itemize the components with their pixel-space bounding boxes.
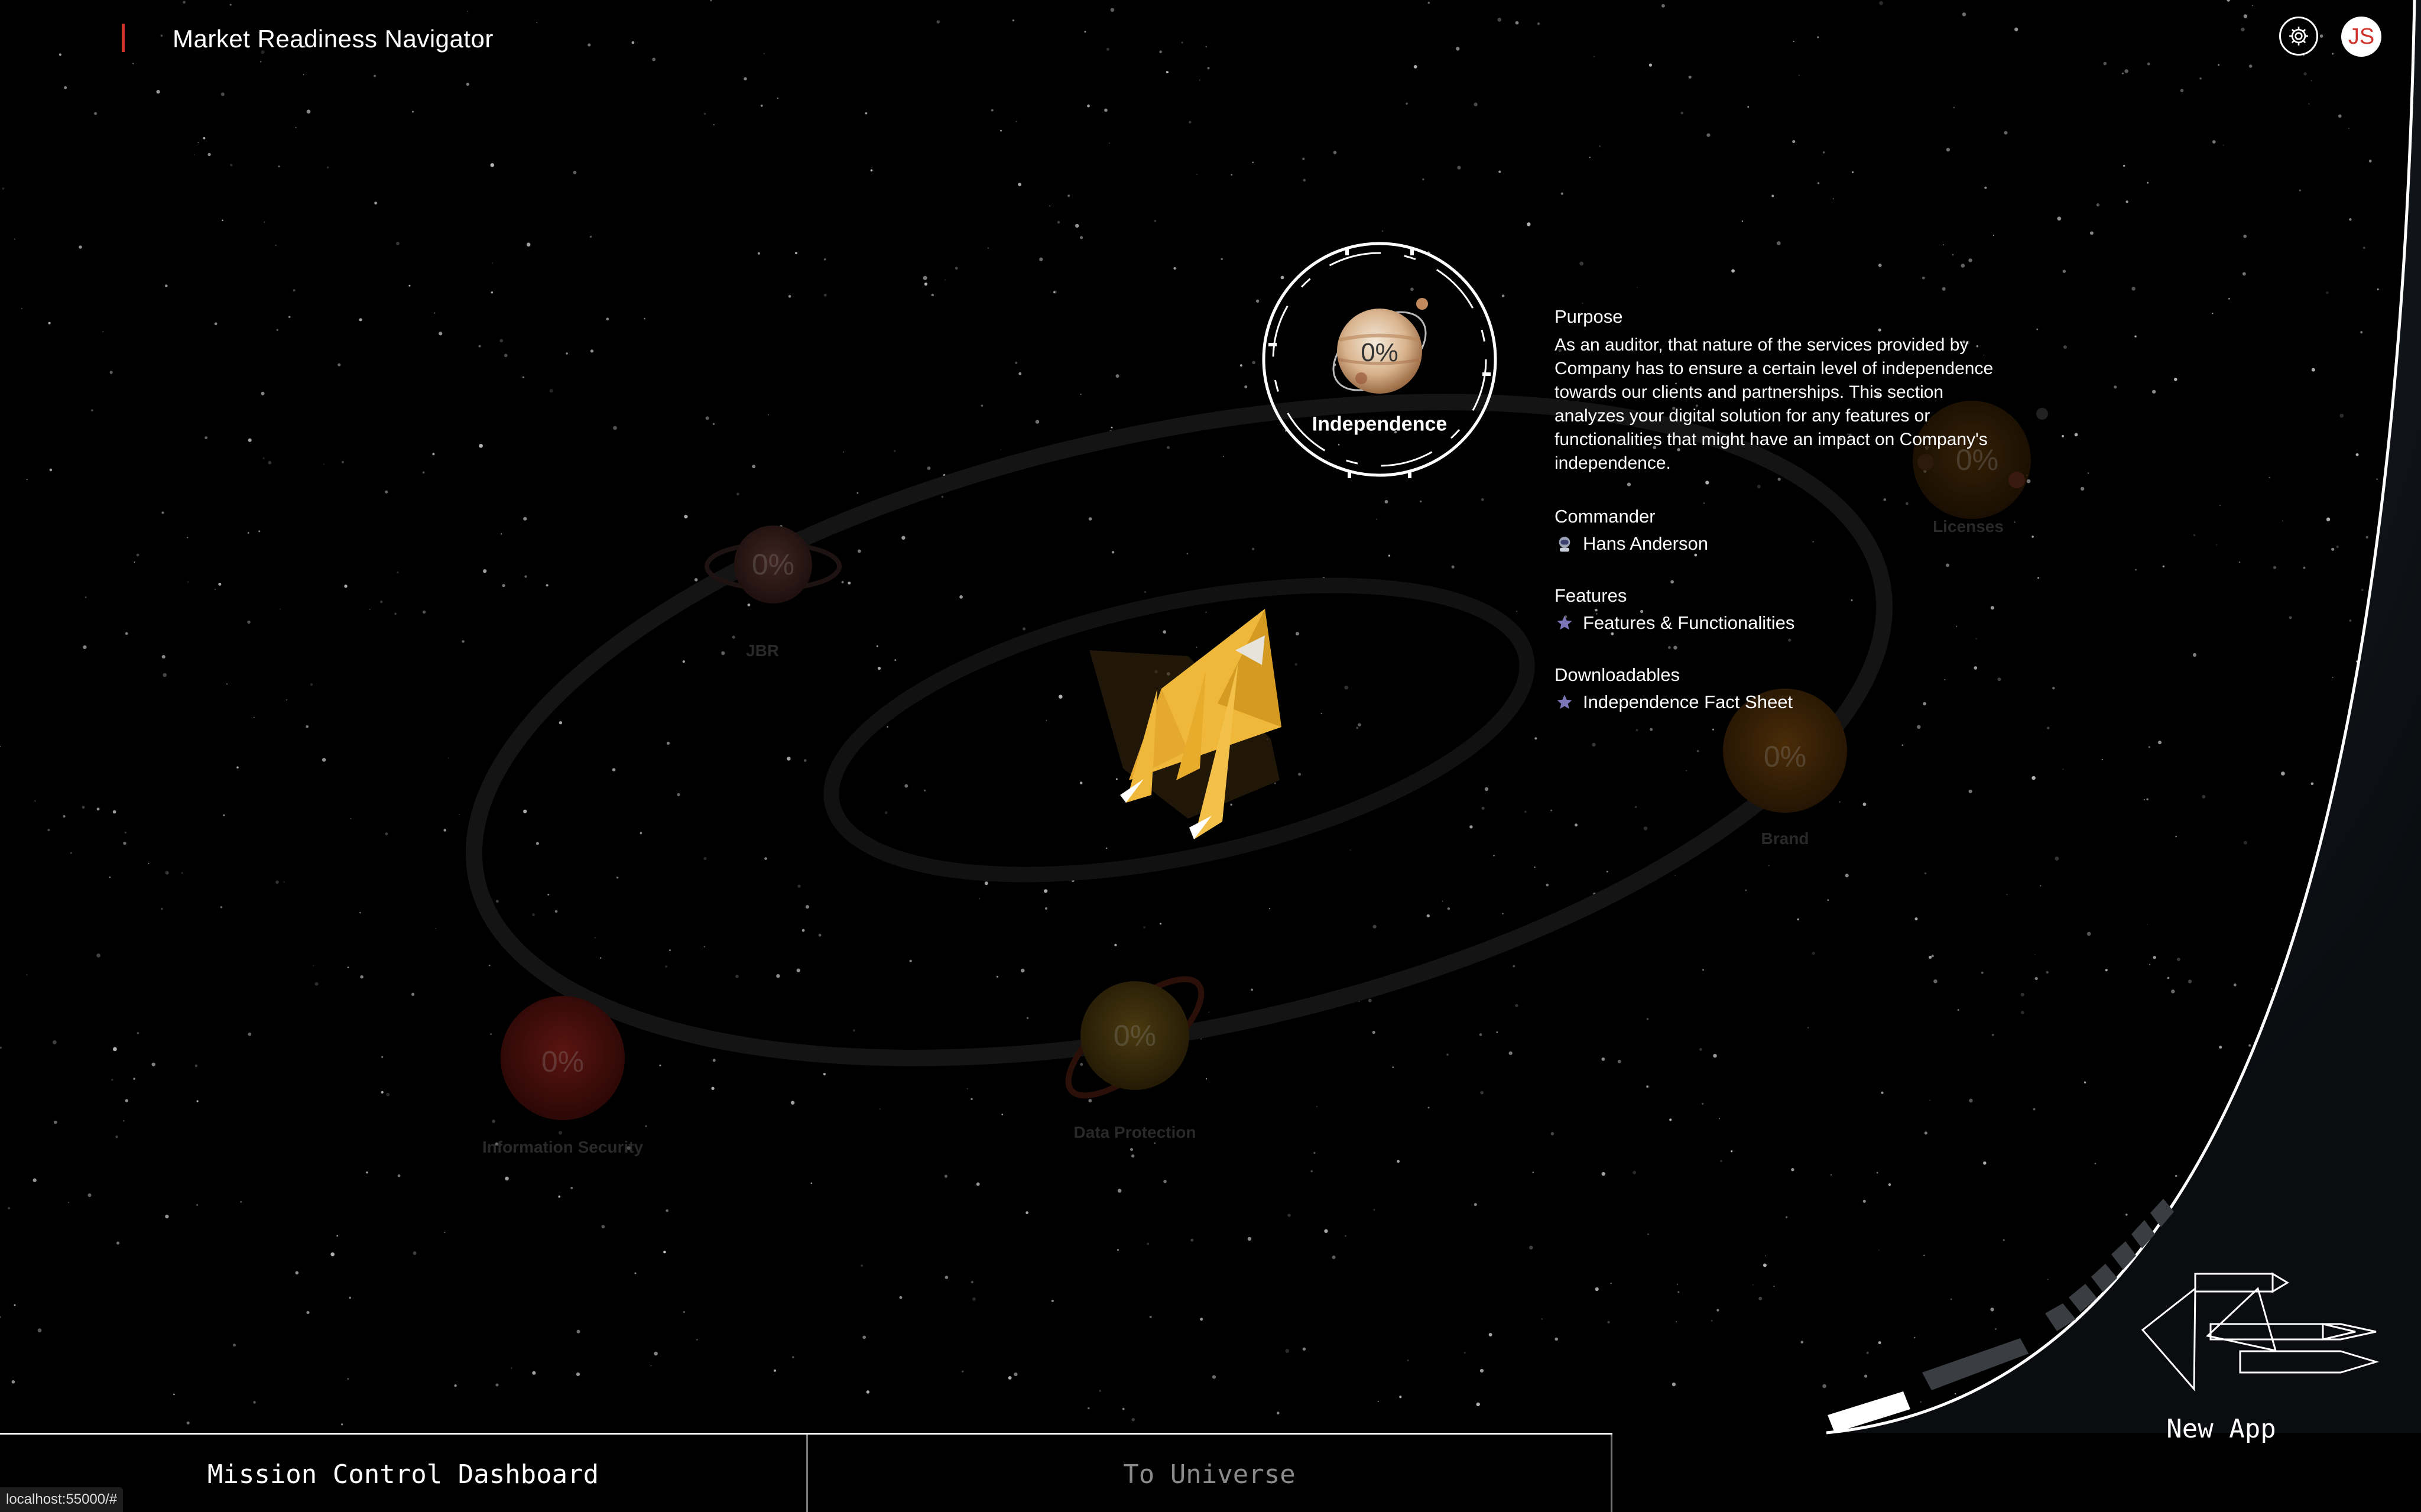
planet-data-protection-progress: 0% bbox=[1113, 1019, 1157, 1052]
selected-planet-progress: 0% bbox=[1361, 338, 1398, 367]
gear-icon bbox=[2289, 27, 2308, 46]
commander-heading: Commander bbox=[1554, 506, 1656, 527]
downloadables-link[interactable]: Independence Fact Sheet bbox=[1554, 692, 2004, 713]
planet-information-security-progress: 0% bbox=[541, 1045, 585, 1078]
commander-name: Hans Anderson bbox=[1583, 533, 1708, 554]
planet-jbr-label[interactable]: JBR bbox=[746, 641, 779, 660]
commander-row: Hans Anderson bbox=[1554, 533, 2004, 554]
app-title: Market Readiness Navigator bbox=[173, 25, 494, 53]
planet-information-security-label[interactable]: Information Security bbox=[482, 1138, 643, 1157]
new-app-button[interactable]: New App bbox=[2166, 1414, 2276, 1444]
planet-info-panel: Purpose As an auditor, that nature of th… bbox=[1554, 306, 2004, 713]
features-heading: Features bbox=[1554, 585, 1627, 606]
features-item-label[interactable]: Features & Functionalities bbox=[1583, 612, 1794, 634]
settings-button[interactable] bbox=[2279, 17, 2318, 56]
header-accent-bar bbox=[122, 24, 125, 52]
bottom-nav-bar: Mission Control Dashboard To Universe bbox=[0, 1433, 1612, 1512]
user-avatar[interactable]: JS bbox=[2341, 17, 2381, 57]
selected-planet-name[interactable]: Independence bbox=[1312, 413, 1448, 436]
star-icon bbox=[1554, 692, 1575, 712]
purpose-heading: Purpose bbox=[1554, 306, 1623, 327]
rocket-icon bbox=[1089, 609, 1281, 839]
universe-scene bbox=[465, 0, 2421, 1435]
features-link[interactable]: Features & Functionalities bbox=[1554, 612, 2004, 634]
status-bar-url: localhost:55000/# bbox=[0, 1487, 124, 1512]
star-icon bbox=[1554, 613, 1575, 633]
planet-brand-label[interactable]: Brand bbox=[1761, 829, 1809, 848]
purpose-text: As an auditor, that nature of the servic… bbox=[1554, 335, 1994, 473]
downloadables-heading: Downloadables bbox=[1554, 664, 1680, 685]
astronaut-icon bbox=[1554, 534, 1575, 554]
downloadables-item-label[interactable]: Independence Fact Sheet bbox=[1583, 692, 1793, 713]
to-universe-button[interactable]: To Universe bbox=[806, 1435, 1612, 1512]
new-app-region[interactable] bbox=[1826, 0, 2421, 1435]
planet-data-protection-label[interactable]: Data Protection bbox=[1074, 1123, 1196, 1142]
planet-jbr-progress: 0% bbox=[751, 548, 795, 581]
planet-brand-progress: 0% bbox=[1763, 740, 1807, 773]
